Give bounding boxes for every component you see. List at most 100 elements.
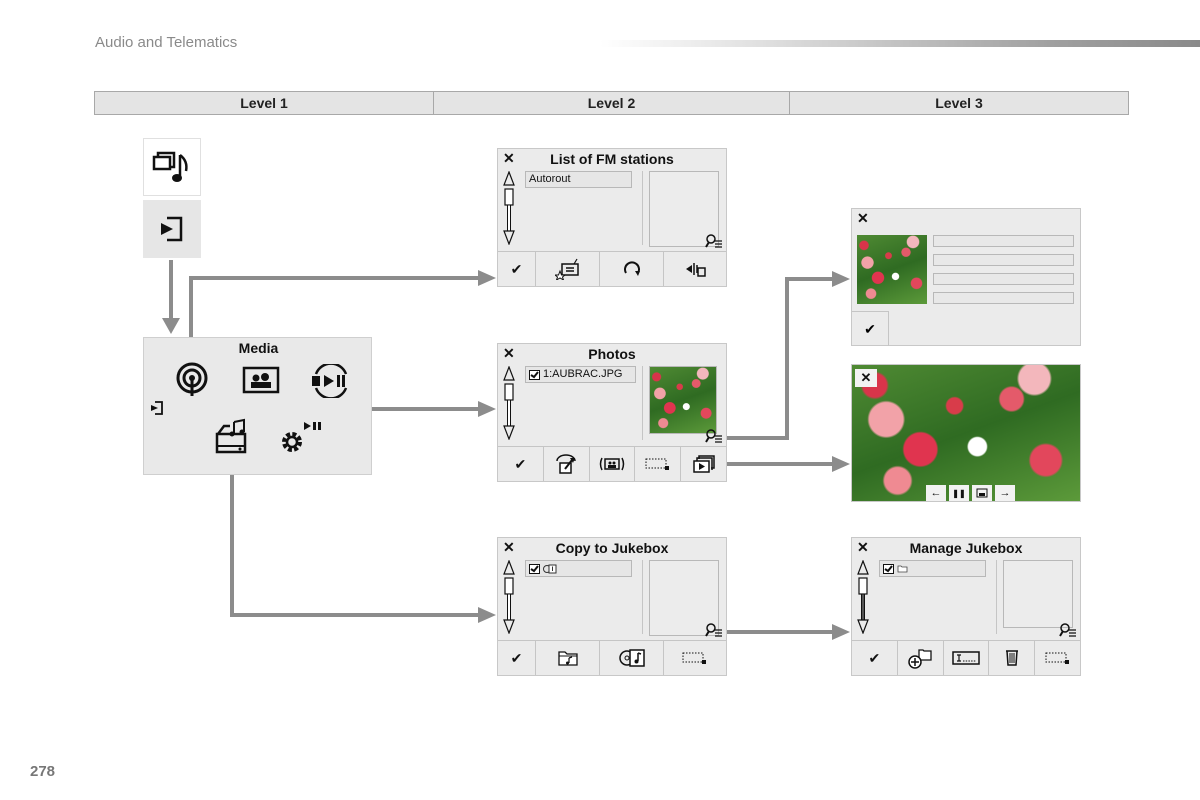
zoom-list-icon[interactable] xyxy=(1059,622,1077,638)
radio-antenna-icon xyxy=(176,362,208,396)
screen-title: Copy to Jukebox xyxy=(555,540,669,556)
section-title: Audio and Telematics xyxy=(95,34,238,51)
info-field xyxy=(933,235,1074,247)
media-player-button[interactable] xyxy=(310,362,352,403)
favorite-radio-button[interactable] xyxy=(536,252,600,286)
confirm-check-icon: ✔ xyxy=(868,649,881,666)
scrollbar[interactable] xyxy=(857,560,869,634)
jukebox-button[interactable] xyxy=(214,418,250,461)
levels-header: Level 1 Level 2 Level 3 xyxy=(94,91,1129,115)
rename-button[interactable] xyxy=(944,641,990,675)
select-area-icon xyxy=(682,652,706,664)
track-list-item[interactable] xyxy=(525,560,632,577)
photo-display-icon xyxy=(599,457,625,471)
scrollbar[interactable] xyxy=(503,366,515,440)
media-mode-button[interactable] xyxy=(143,138,201,196)
photo-filename: 1:AUBRAC.JPG xyxy=(543,368,623,380)
photos-screen: ✕ Photos 1:AUBRAC.JPG ✔ xyxy=(497,343,727,482)
level-3-header: Level 3 xyxy=(935,95,983,111)
photo-thumbnail xyxy=(857,235,927,304)
settings-play-icon xyxy=(282,422,321,452)
previous-button[interactable]: ← xyxy=(926,485,946,501)
media-player-icon xyxy=(312,362,348,400)
manage-jukebox-screen: ✕ Manage Jukebox ✔ xyxy=(851,537,1081,676)
divider xyxy=(996,560,997,634)
photos-button[interactable] xyxy=(242,366,280,399)
divider xyxy=(642,366,643,440)
next-button[interactable]: → xyxy=(995,485,1015,501)
next-arrow-icon: → xyxy=(999,487,1011,499)
radio-button[interactable] xyxy=(174,362,210,403)
arrow-jukebox-to-copy xyxy=(230,458,480,617)
source-small-button[interactable] xyxy=(149,400,165,421)
station-name: Autorout xyxy=(529,173,571,185)
toolbar: ✔ xyxy=(852,640,1080,675)
zoom-list-icon[interactable] xyxy=(705,622,723,638)
pause-button[interactable]: ❚❚ xyxy=(949,485,969,501)
add-folder-button[interactable] xyxy=(898,641,944,675)
scrollbar[interactable] xyxy=(503,171,515,245)
refresh-button[interactable] xyxy=(600,252,664,286)
source-input-icon xyxy=(151,401,163,415)
select-area-button[interactable] xyxy=(1035,641,1080,675)
media-panel: Media xyxy=(143,337,372,475)
slideshow-controls: ← ❚❚ → xyxy=(926,485,1015,501)
delete-trash-icon xyxy=(1005,650,1018,666)
select-area-button[interactable] xyxy=(664,641,726,675)
checkbox-icon[interactable] xyxy=(883,563,894,574)
delete-button[interactable] xyxy=(989,641,1036,675)
cd-music-icon xyxy=(543,564,557,573)
confirm-button[interactable]: ✔ xyxy=(852,311,889,346)
rotate-photo-button[interactable] xyxy=(544,447,590,481)
screen-title: Manage Jukebox xyxy=(909,540,1023,556)
audio-settings-button[interactable] xyxy=(664,252,726,286)
station-list-item[interactable]: Autorout xyxy=(525,171,632,188)
slideshow-button[interactable] xyxy=(681,447,726,481)
scrollbar[interactable] xyxy=(503,560,515,634)
info-field xyxy=(933,254,1074,266)
select-area-button[interactable] xyxy=(635,447,682,481)
confirm-button[interactable]: ✔ xyxy=(498,641,536,675)
settings-play-button[interactable] xyxy=(278,420,322,461)
photo-display-button[interactable] xyxy=(972,485,992,501)
zoom-list-icon[interactable] xyxy=(705,233,723,249)
confirm-button[interactable]: ✔ xyxy=(498,447,544,481)
slideshow-screen: ✕ ← ❚❚ → xyxy=(851,364,1081,502)
select-area-icon xyxy=(645,458,669,470)
photo-display-icon xyxy=(976,488,988,498)
page-number: 278 xyxy=(30,763,56,780)
confirm-button[interactable]: ✔ xyxy=(852,641,898,675)
media-title: Media xyxy=(238,340,279,356)
source-input-icon xyxy=(161,216,183,242)
info-field xyxy=(933,292,1074,304)
toolbar: ✔ xyxy=(498,640,726,675)
slideshow-icon xyxy=(692,455,715,473)
audio-settings-icon xyxy=(686,263,706,277)
music-folder-button[interactable] xyxy=(536,641,600,675)
favorite-radio-icon xyxy=(554,258,579,280)
zoom-list-icon[interactable] xyxy=(705,428,723,444)
info-field xyxy=(933,273,1074,285)
cd-to-music-button[interactable] xyxy=(600,641,664,675)
header-gradient-bar xyxy=(600,40,1200,47)
source-button[interactable] xyxy=(143,200,201,258)
toolbar: ✔ xyxy=(498,446,726,481)
photo-list-item[interactable]: 1:AUBRAC.JPG xyxy=(525,366,636,383)
pause-icon: ❚❚ xyxy=(952,488,966,498)
confirm-button[interactable]: ✔ xyxy=(498,252,536,286)
level-2-header: Level 2 xyxy=(434,92,790,114)
checkbox-icon[interactable] xyxy=(529,563,540,574)
checkbox-icon[interactable] xyxy=(529,369,540,380)
divider xyxy=(642,560,643,634)
photo-display-button[interactable] xyxy=(590,447,636,481)
confirm-check-icon: ✔ xyxy=(510,649,523,666)
preview-area xyxy=(1003,560,1073,628)
photos-icon xyxy=(242,366,280,394)
fm-stations-screen: ✕ List of FM stations Autorout ✔ xyxy=(497,148,727,287)
folder-list-item[interactable] xyxy=(879,560,986,577)
screen-title: List of FM stations xyxy=(550,151,674,167)
jukebox-drive-icon xyxy=(215,418,247,454)
photo-thumbnail[interactable] xyxy=(649,366,717,434)
close-icon[interactable]: ✕ xyxy=(857,210,869,227)
close-button[interactable]: ✕ xyxy=(855,369,877,387)
